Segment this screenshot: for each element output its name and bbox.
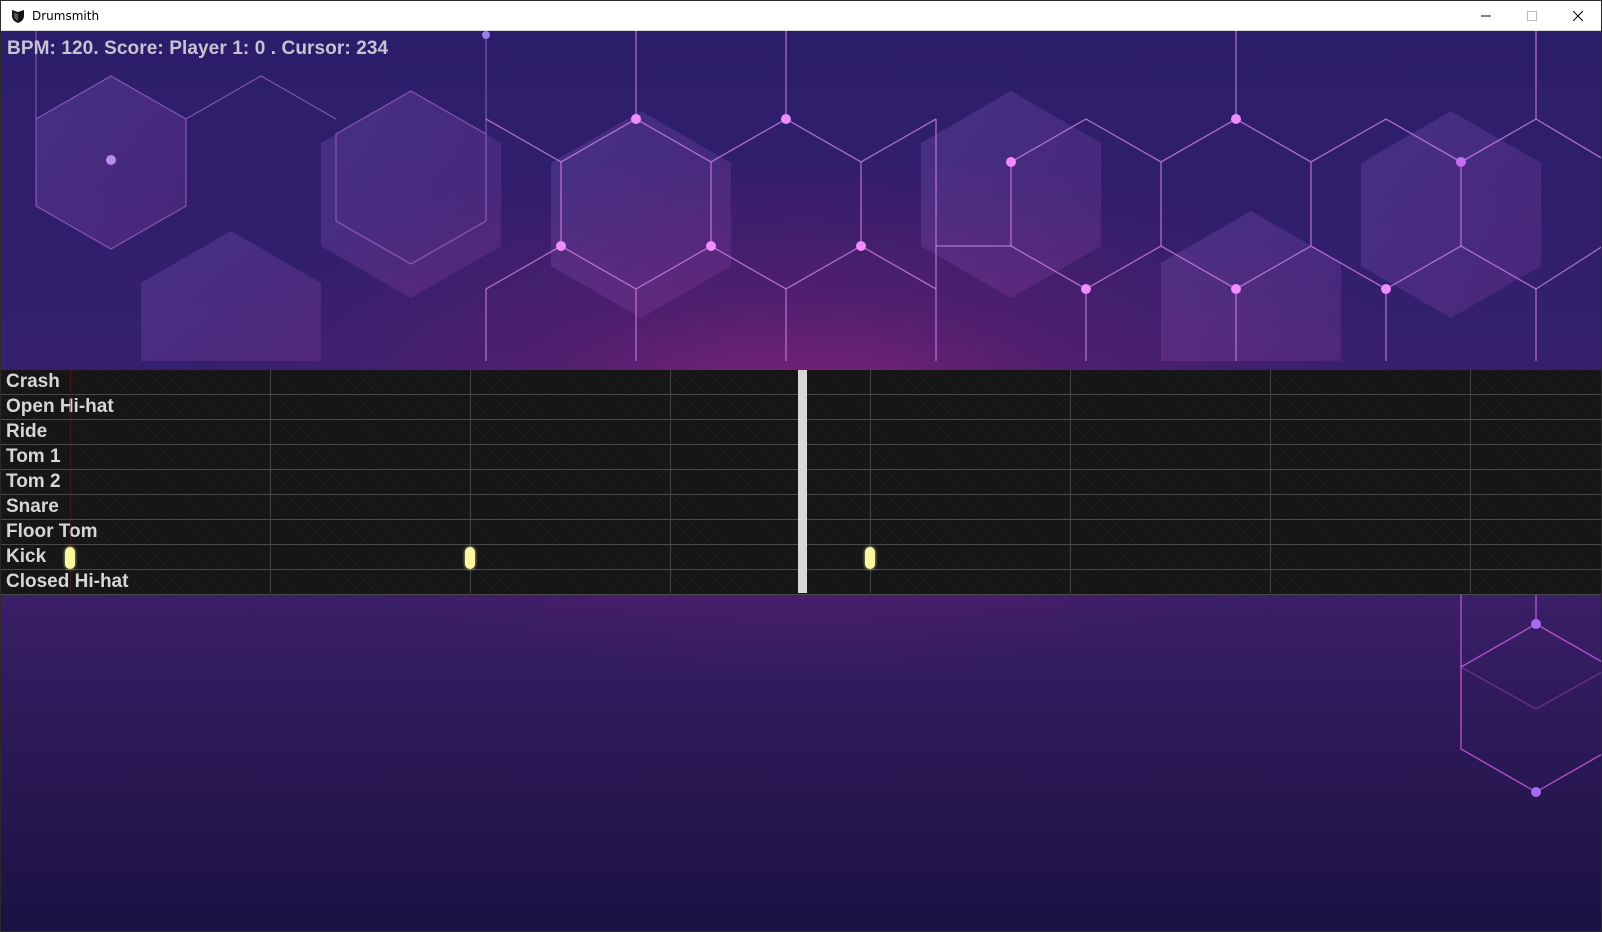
window-title: Drumsmith: [32, 8, 100, 23]
drum-grid[interactable]: Crash Open Hi-hat Ride Tom 1 Tom 2 Snare…: [1, 370, 1601, 595]
close-icon: [1573, 11, 1583, 21]
lane-label-closed-hihat: Closed Hi-hat: [6, 571, 129, 592]
kick-note[interactable]: [865, 547, 875, 569]
playback-cursor[interactable]: [798, 370, 807, 593]
beat-line: [670, 370, 671, 593]
game-canvas[interactable]: BPM: 120. Score: Player 1: 0 . Cursor: 2…: [1, 31, 1601, 931]
lane-label-tom-1: Tom 1: [6, 446, 61, 467]
lane-label-snare: Snare: [6, 496, 59, 517]
lane-label-tom-2: Tom 2: [6, 471, 61, 492]
lane-label-ride: Ride: [6, 421, 48, 442]
maximize-button[interactable]: [1509, 1, 1555, 31]
title-bar[interactable]: Drumsmith: [1, 1, 1601, 31]
window-controls: [1463, 1, 1601, 31]
shield-icon: [10, 8, 26, 24]
minimize-button[interactable]: [1463, 1, 1509, 31]
close-button[interactable]: [1555, 1, 1601, 31]
lane-label-floor-tom: Floor Tom: [6, 521, 98, 542]
lane-label-open-hihat: Open Hi-hat: [6, 396, 114, 417]
kick-note[interactable]: [465, 547, 475, 569]
beat-line: [1070, 370, 1071, 593]
beat-line: [270, 370, 271, 593]
lane-label-kick: Kick: [6, 546, 47, 567]
minimize-icon: [1481, 15, 1491, 17]
lane-label-crash: Crash: [6, 371, 60, 392]
status-hud: BPM: 120. Score: Player 1: 0 . Cursor: 2…: [7, 38, 389, 59]
kick-note[interactable]: [65, 547, 75, 569]
app-window: Drumsmith BPM: 120. Score: Player 1: 0 .…: [0, 0, 1602, 932]
maximize-icon: [1527, 11, 1537, 21]
beat-line: [1270, 370, 1271, 593]
beat-line: [1470, 370, 1471, 593]
